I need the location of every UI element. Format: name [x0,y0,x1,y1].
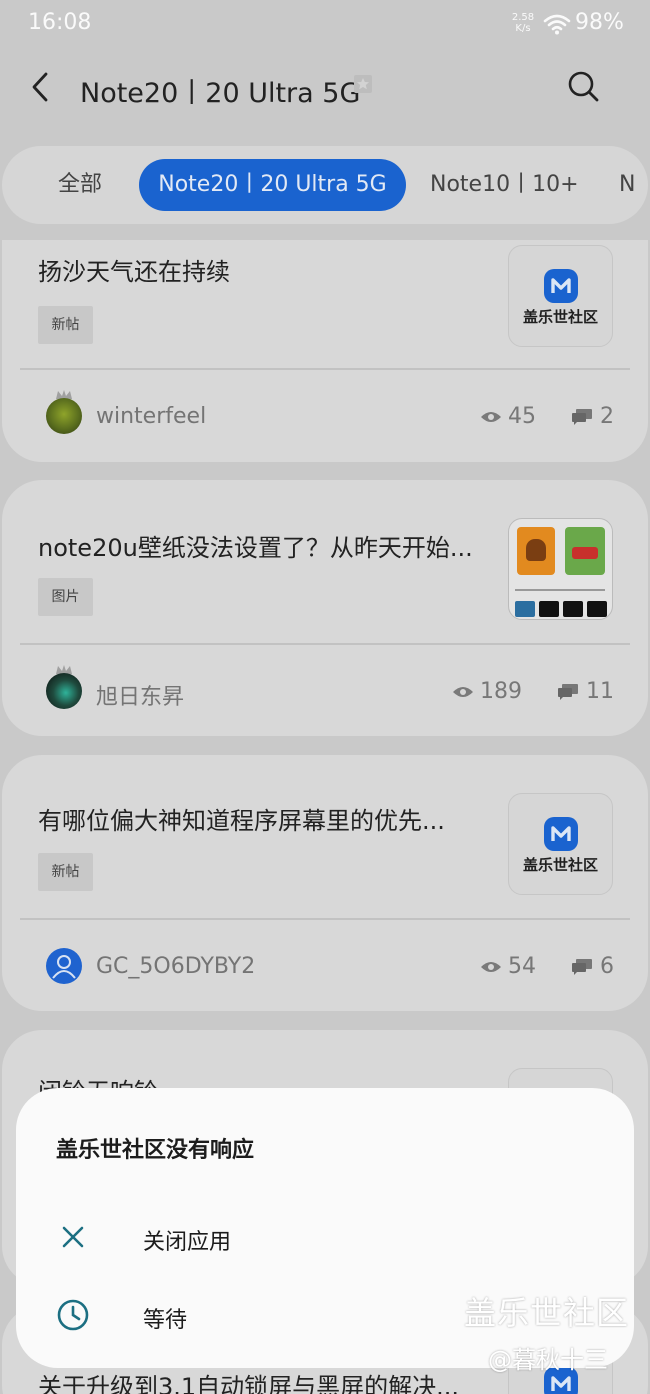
views-count: 54 [508,954,536,979]
back-icon[interactable] [22,67,62,107]
post-title: note20u壁纸没法设置了？从昨天开始... [38,534,473,562]
app-bar: Note20丨20 Ultra 5G [0,55,650,125]
thumbnail-text: 盖乐世社区 [522,856,598,874]
views-icon [453,687,473,697]
comments-count: 6 [600,954,614,979]
post-thumbnail: 盖乐世社区 [508,793,613,895]
post-thumbnail: 盖乐世社区 [508,245,613,347]
tab-all[interactable]: 全部 [58,159,102,211]
comments-icon [572,959,592,975]
watermark-author: @暮秋十三 [488,1346,608,1374]
post-card[interactable]: 有哪位偏大神知道程序屏幕里的优先... 新帖 盖乐世社区 GC_5O6DYBY2… [2,755,648,1011]
network-speed-unit: K/s [515,23,531,34]
divider [20,643,630,645]
post-tag: 图片 [38,578,93,616]
avatar[interactable] [46,673,82,709]
author-name[interactable]: 旭日东昇 [96,679,184,711]
wait-label: 等待 [143,1308,188,1333]
comments-icon [558,684,578,700]
views-icon [481,962,501,972]
post-thumbnail [508,518,613,620]
views-count: 189 [480,679,522,704]
views-count: 45 [508,404,536,429]
status-bar: 16:08 2.58 K/s 98% [0,0,650,50]
author-name[interactable]: winterfeel [96,404,206,429]
network-speed: 2.58 K/s [508,12,538,34]
post-card[interactable]: note20u壁纸没法设置了？从昨天开始... 图片 旭日东昇 189 11 [2,480,648,736]
status-time: 16:08 [28,10,92,35]
close-app-label: 关闭应用 [143,1230,232,1255]
comments-icon [572,409,592,425]
community-logo-icon [544,817,578,851]
post-tag: 新帖 [38,306,93,344]
divider [20,368,630,370]
post-title: 关于升级到3.1自动锁屏与黑屏的解决... [38,1373,460,1394]
post-card[interactable]: 扬沙天气还在持续 新帖 盖乐世社区 winterfeel 45 2 [2,240,648,462]
network-speed-value: 2.58 [511,12,535,23]
search-icon[interactable] [562,65,606,109]
tab-note10[interactable]: Note10丨10+ [430,159,579,211]
comments-count: 11 [586,679,614,704]
watermark-title: 盖乐世社区 [464,1294,630,1332]
views-icon [481,412,501,422]
clock-icon [57,1299,89,1331]
post-title: 有哪位偏大神知道程序屏幕里的优先... [38,807,445,835]
dialog-title: 盖乐世社区没有响应 [56,1138,255,1163]
close-app-button[interactable]: 关闭应用 [16,1202,634,1278]
page-title: Note20丨20 Ultra 5G [80,78,361,109]
author-name[interactable]: GC_5O6DYBY2 [96,954,255,979]
avatar[interactable] [46,398,82,434]
avatar[interactable] [46,948,82,984]
battery-level: 98% [575,10,624,35]
wifi-icon [543,14,571,35]
close-icon [62,1226,84,1248]
tab-next-partial[interactable]: N [619,159,648,211]
category-tabs: 全部 Note20丨20 Ultra 5G Note10丨10+ N [2,146,648,224]
thumbnail-text: 盖乐世社区 [522,308,598,326]
tab-note20[interactable]: Note20丨20 Ultra 5G [139,159,406,211]
star-icon[interactable] [352,73,374,95]
community-logo-icon [544,269,578,303]
post-title: 扬沙天气还在持续 [38,258,230,286]
divider [20,918,630,920]
post-tag: 新帖 [38,853,93,891]
comments-count: 2 [600,404,614,429]
